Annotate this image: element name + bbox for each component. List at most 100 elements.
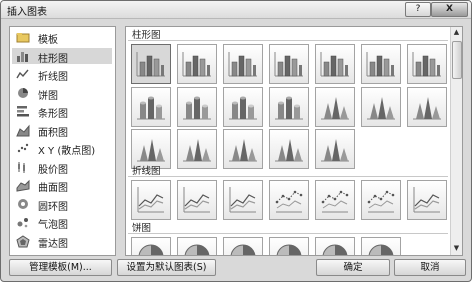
exploded-pie-preview [276,244,302,255]
bar-of-pie-icon[interactable] [361,237,401,255]
category-label: 雷达图 [38,238,68,250]
pie-preview [138,244,164,255]
line-icon[interactable] [131,180,171,220]
percent-stacked-line-icon[interactable] [223,180,263,220]
section-title: 饼图 [132,223,152,234]
scroll-down-icon[interactable]: ▼ [452,244,461,253]
3d-line-preview [413,187,440,213]
percent-stacked-line-markers-preview [367,190,395,213]
stacked-column-icon[interactable] [177,44,217,84]
category-item[interactable]: 雷达图 [12,233,112,250]
stacked-cylinder-icon[interactable] [177,87,217,127]
percent-stacked-line-preview [229,187,256,213]
stacked-pyramid-preview [229,139,257,162]
3d-pie-preview [184,244,210,255]
category-item[interactable]: 气泡图 [12,214,112,231]
stacked-line-markers-icon[interactable] [315,180,355,220]
clustered-cylinder-preview [137,96,165,120]
exploded-pie-icon[interactable] [269,237,309,255]
stacked-line-markers-preview [321,190,349,213]
section-divider [128,176,448,177]
stacked-cone-preview [367,97,395,120]
surface-chart-icon [16,179,30,192]
category-item[interactable]: 条形图 [12,103,112,120]
title-bar: 插入图表 ? X [1,1,471,19]
category-label: 圆环图 [38,201,68,213]
percent-stacked-pyramid-preview [275,139,303,162]
3d-percent-stacked-column-icon[interactable] [361,44,401,84]
line-preview [137,187,164,213]
category-item[interactable]: X Y (散点图) [12,140,112,157]
scroll-thumb[interactable] [452,41,462,79]
section-header: 柱形图 [128,27,448,41]
insert-chart-dialog: 插入图表 ? X 模板 柱形图 折线图 饼图 条形图 面积图 X Y (散点图) 股价图 曲面图… [0,0,472,282]
category-label: X Y (散点图) [38,146,96,157]
3d-pie-icon[interactable] [177,237,217,255]
category-item[interactable]: 股价图 [12,159,112,176]
3d-exploded-pie-icon[interactable] [315,237,355,255]
clustered-pyramid-preview [183,139,211,162]
category-item[interactable]: 面积图 [12,122,112,139]
chart-category-list: 模板柱形图折线图饼图 条形图面积图 X Y (散点图) 股价图曲面图圆环图气泡图雷达图 [9,26,116,256]
percent-stacked-line-markers-icon[interactable] [361,180,401,220]
section-header: 饼图 [128,220,448,234]
scroll-up-icon[interactable]: ▲ [452,28,461,37]
category-label: 模板 [38,35,58,46]
stock-chart-icon [16,161,30,173]
3d-stacked-column-preview [320,52,349,77]
category-item[interactable]: 折线图 [12,66,112,83]
cancel-button[interactable]: 取消 [394,259,466,276]
gallery-scrollbar[interactable]: ▲ ▼ [450,27,462,255]
stacked-cone-icon[interactable] [361,87,401,127]
category-item[interactable]: 模板 [12,29,112,46]
section-divider [128,233,448,234]
bubble-chart-icon [16,216,30,228]
percent-stacked-cylinder-icon[interactable] [223,87,263,127]
3d-clustered-column-icon[interactable] [269,44,309,84]
3d-line-icon[interactable] [407,180,447,220]
category-label: 曲面图 [38,183,68,194]
clustered-cylinder-icon[interactable] [131,87,171,127]
dialog-title: 插入图表 [7,7,47,18]
percent-stacked-cone-preview [413,97,441,120]
category-item[interactable]: 饼图 [12,85,112,102]
percent-stacked-column-icon[interactable] [223,44,263,84]
percent-stacked-cylinder-preview [229,96,257,120]
percent-stacked-cone-icon[interactable] [407,87,447,127]
clustered-column-icon[interactable] [131,44,171,84]
category-label: 折线图 [38,72,68,83]
category-item[interactable]: 圆环图 [12,196,112,213]
manage-templates-button[interactable]: 管理模板(M)... [9,259,112,276]
category-item[interactable]: 柱形图 [12,47,112,65]
line-markers-icon[interactable] [269,180,309,220]
category-label: 饼图 [38,90,58,102]
clustered-cone-icon[interactable] [315,87,355,127]
category-item[interactable]: 曲面图 [12,177,112,194]
pie-of-pie-icon[interactable] [223,237,263,255]
ok-button[interactable]: 确定 [316,259,390,276]
3d-cylinder-icon[interactable] [269,87,309,127]
help-button[interactable]: ? [405,2,431,17]
3d-exploded-pie-preview [322,244,348,255]
area-chart-icon [16,124,30,136]
3d-column-icon[interactable] [407,44,447,84]
3d-percent-stacked-column-preview [366,52,395,77]
scatter-chart-icon [16,142,30,154]
category-label: 股价图 [38,164,68,176]
pie-chart-icon [16,87,30,99]
3d-column-preview [412,52,441,77]
stacked-line-icon[interactable] [177,180,217,220]
category-label: 气泡图 [38,220,68,231]
line-chart-icon [16,68,30,80]
stacked-cylinder-preview [183,96,211,120]
set-default-chart-button[interactable]: 设置为默认图表(S) [117,259,216,276]
3d-cylinder-preview [275,96,303,120]
category-label: 柱形图 [38,53,68,65]
pie-icon[interactable] [131,237,171,255]
bar-of-pie-preview [368,244,394,255]
3d-stacked-column-icon[interactable] [315,44,355,84]
section-title: 折线图 [132,166,161,177]
close-button[interactable]: X [431,2,468,17]
section-title: 柱形图 [132,30,161,41]
clustered-column-preview [136,52,165,77]
